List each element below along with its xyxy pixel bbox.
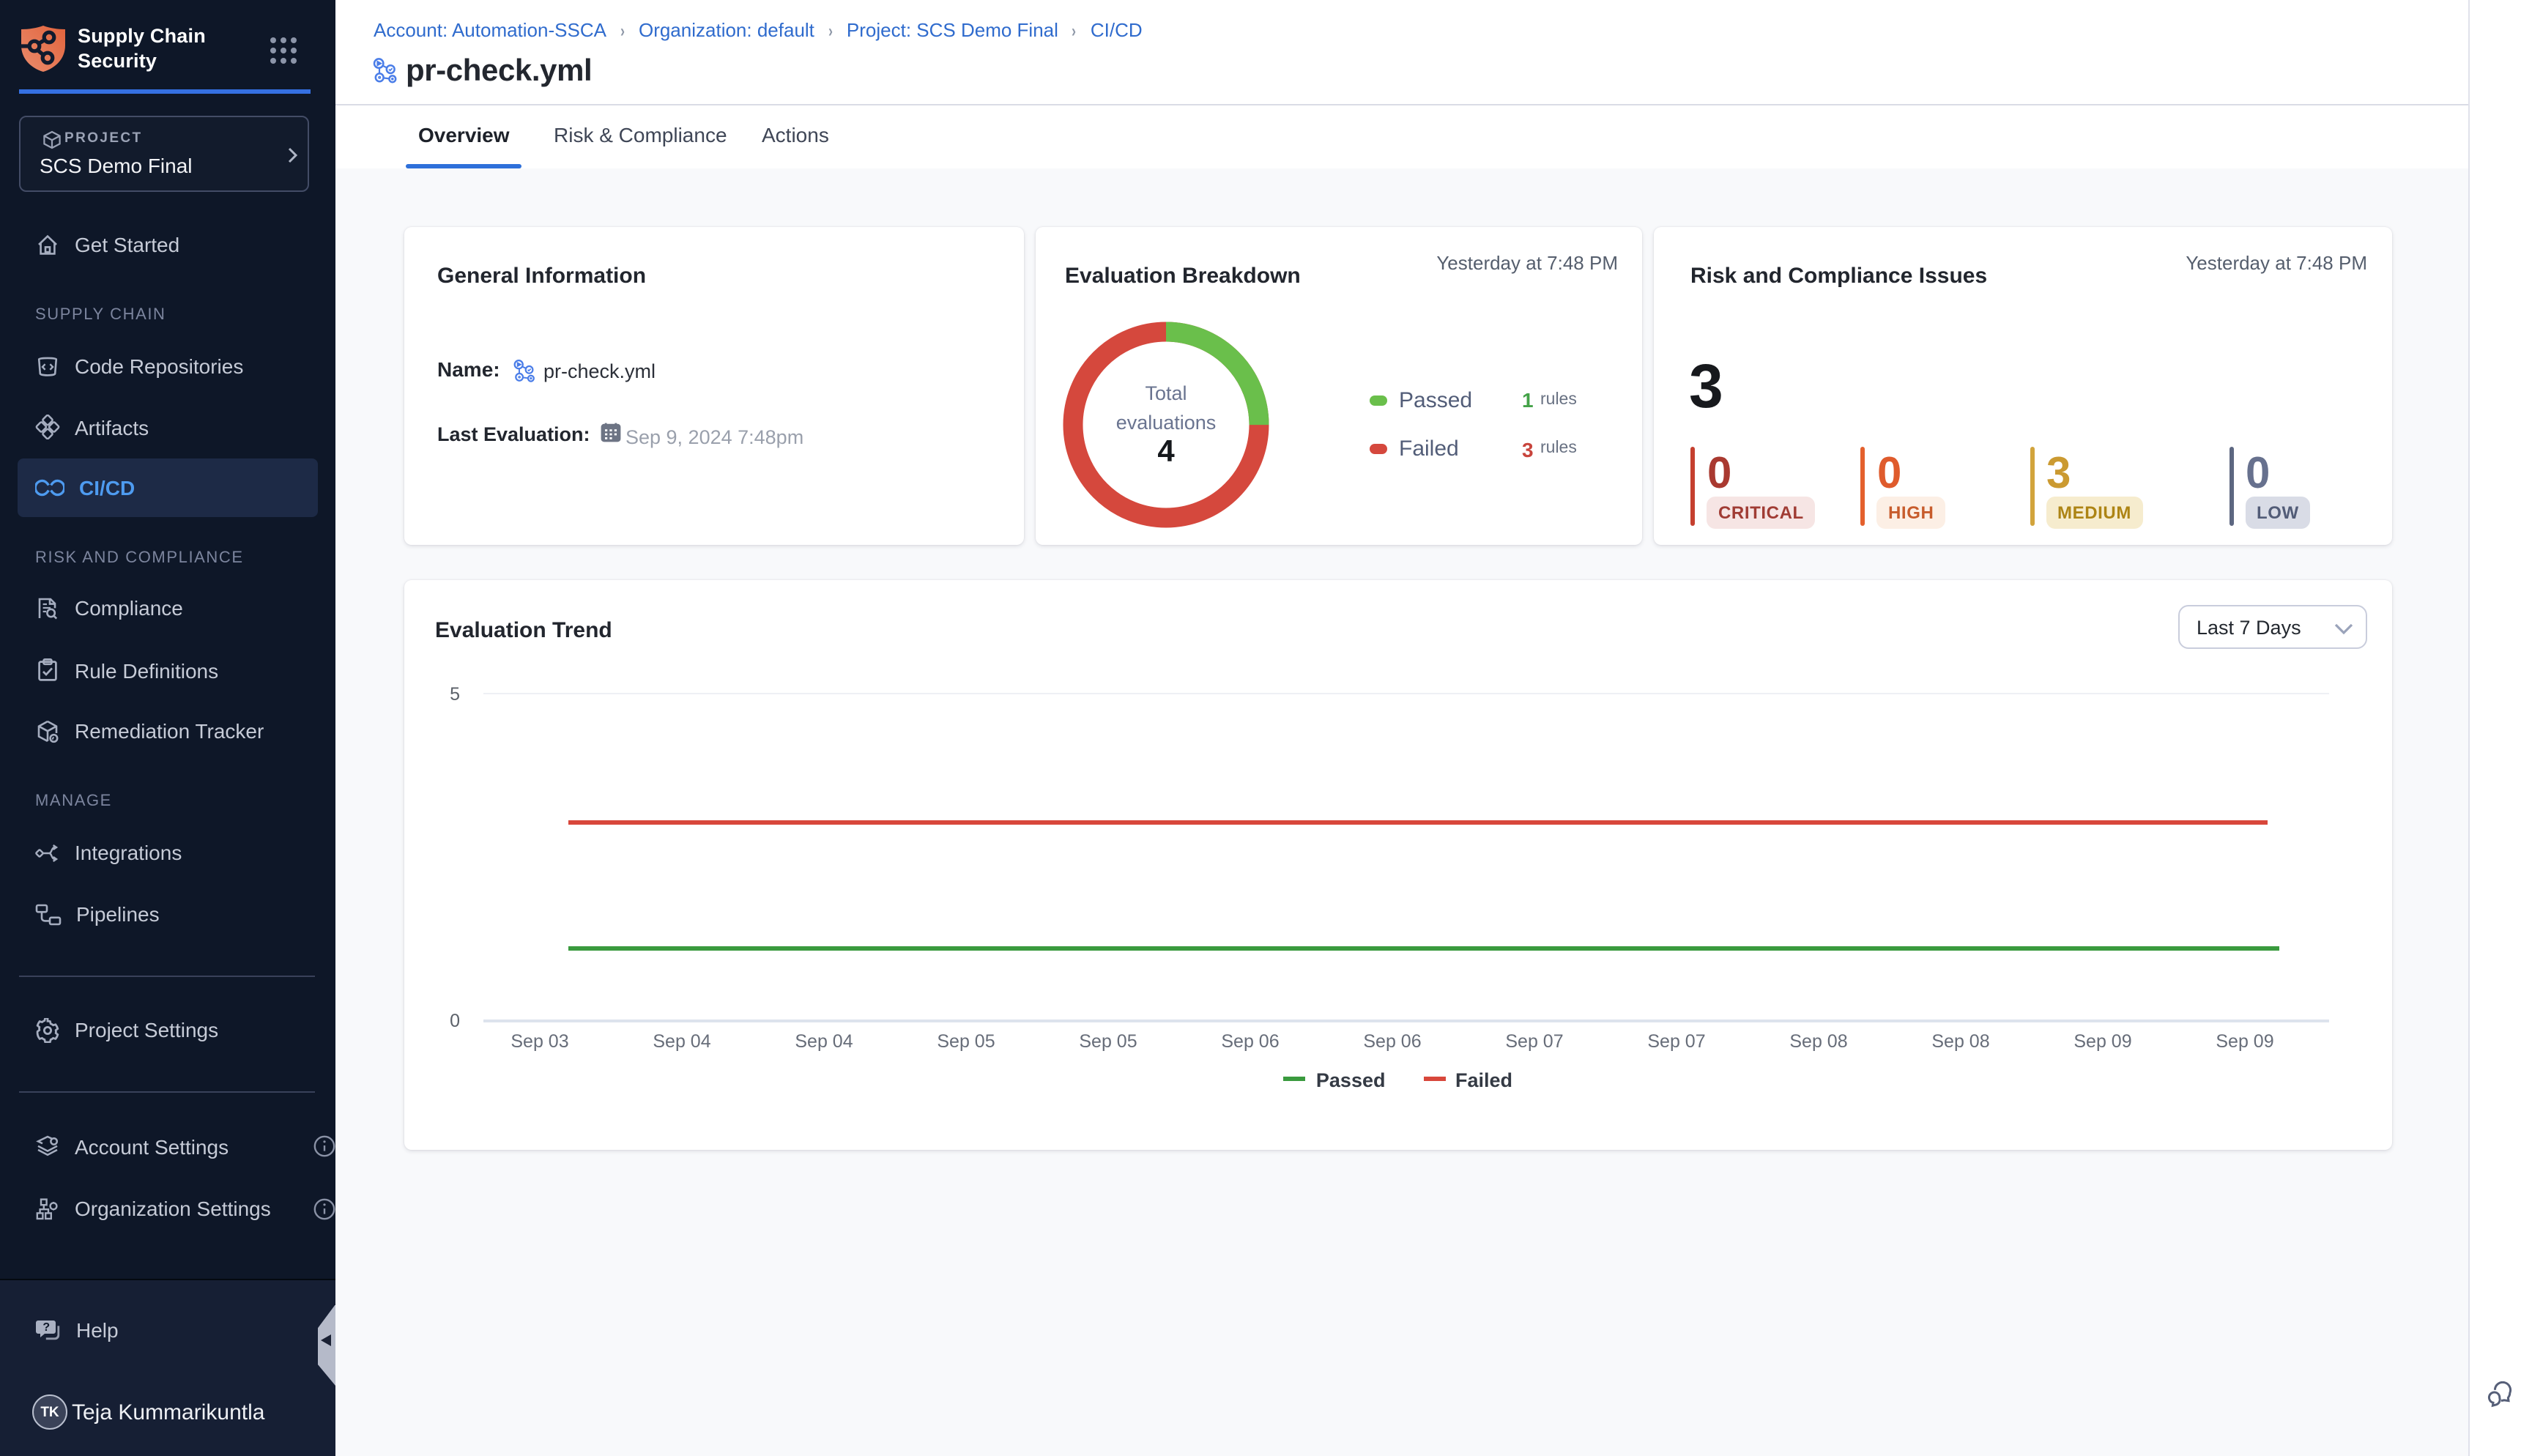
svg-text:?: ? [42, 1321, 50, 1333]
